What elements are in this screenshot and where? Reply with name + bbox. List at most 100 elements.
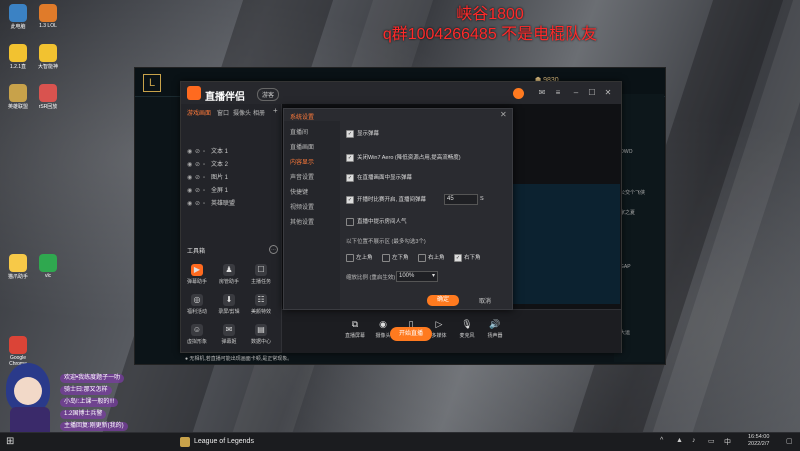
checkbox-unchecked-icon[interactable]	[418, 253, 426, 262]
desktop-app-icon	[9, 254, 27, 272]
user-badge[interactable]: 游客	[257, 88, 280, 101]
settings-nav-item[interactable]: 快捷键	[290, 187, 308, 196]
tab-window[interactable]: 窗口	[217, 108, 229, 117]
stream-overlay-text: 峡谷1800 q群1004266485 不是电棍队友	[380, 5, 600, 45]
minimize-icon[interactable]: –	[571, 88, 581, 98]
tool-item[interactable]: ✉ 弹幕姬	[217, 324, 241, 345]
toolbox-more-icon[interactable]: …	[269, 245, 278, 254]
mail-icon[interactable]: ✉	[537, 88, 547, 98]
lock-icon[interactable]: ⊘	[195, 148, 203, 155]
bottom-tool-label: 扬声器	[487, 333, 503, 339]
option-open-join[interactable]: ✓ 开播时比赛开启, 直播间弹幕	[346, 195, 426, 204]
option-show-in-preview[interactable]: ✓ 在直播画面中显示弹幕	[346, 173, 412, 182]
windows-start-icon[interactable]: ⊞	[6, 436, 18, 448]
option-show-popup[interactable]: ✓ 显示弹幕	[346, 129, 379, 138]
bottom-tool-button[interactable]: 🔊 扬声器	[480, 318, 510, 339]
tool-item[interactable]: ♟ 房管助手	[217, 264, 241, 285]
file-icon: ▫	[203, 175, 206, 181]
friend-list-item[interactable]: 家之夏	[620, 209, 635, 216]
checkbox-checked-icon[interactable]: ✓	[346, 173, 354, 182]
tool-label: 福利活动	[186, 309, 207, 315]
position-option[interactable]: 右上角	[418, 253, 445, 262]
eye-icon[interactable]: ◉	[187, 187, 195, 194]
eye-icon[interactable]: ◉	[187, 200, 195, 207]
tab-game-capture[interactable]: 游戏画面	[187, 108, 211, 117]
position-option[interactable]: ✓ 右下角	[454, 253, 481, 262]
checkbox-unchecked-icon[interactable]	[382, 253, 390, 262]
checkbox-checked-icon[interactable]: ✓	[346, 195, 354, 204]
taskbar-clock[interactable]: 16:54:00 2022/2/7	[748, 434, 769, 448]
checkbox-unchecked-icon[interactable]	[346, 217, 354, 226]
add-scene-icon[interactable]: +	[273, 106, 278, 115]
settings-nav-item[interactable]: 直播间	[290, 127, 308, 136]
maximize-icon[interactable]: ☐	[587, 88, 597, 98]
tool-label: 弹幕助手	[186, 279, 207, 285]
scene-item[interactable]: ◉ ⊘ ▫ 文本 1	[187, 146, 228, 155]
tool-item[interactable]: ☐ 主播任务	[249, 264, 273, 285]
taskbar-app-league[interactable]: League of Legends	[180, 435, 254, 449]
scene-item[interactable]: ◉ ⊘ ▫ 文本 2	[187, 159, 228, 168]
lock-icon[interactable]: ⊘	[195, 174, 203, 181]
lock-icon[interactable]: ⊘	[195, 187, 203, 194]
cancel-button[interactable]: 取消	[479, 296, 491, 305]
menu-icon[interactable]: ≡	[553, 88, 563, 98]
tray-ime-icon[interactable]: 中	[724, 437, 731, 447]
start-live-button[interactable]: 开始直播	[390, 327, 432, 341]
checkbox-checked-icon[interactable]: ✓	[454, 253, 462, 262]
settings-nav-item[interactable]: 内容显示	[290, 157, 314, 166]
desktop-icon[interactable]: 大智能神	[34, 44, 62, 70]
friend-list-item[interactable]: 公交个飞侠	[620, 189, 645, 196]
settings-nav-item[interactable]: 视频设置	[290, 202, 314, 211]
checkbox-checked-icon[interactable]: ✓	[346, 129, 354, 138]
tray-volume-icon[interactable]: ♪	[692, 437, 696, 444]
tray-battery-icon[interactable]: ▭	[708, 437, 715, 445]
tool-item[interactable]: ⬇ 录屏/剪辑	[217, 294, 241, 315]
desktop-icon[interactable]: 1.3 LOL	[34, 4, 62, 29]
overlay-line-1: 峡谷1800	[456, 6, 524, 23]
eye-icon[interactable]: ◉	[187, 174, 195, 181]
desktop-icon[interactable]: 此电脑	[4, 4, 32, 30]
eye-icon[interactable]: ◉	[187, 148, 195, 155]
tray-arrow-icon[interactable]: ^	[660, 437, 663, 444]
option-live-prompt[interactable]: 直播中提示房间人气	[346, 217, 407, 226]
tool-icon: ✉	[223, 324, 235, 336]
tool-item[interactable]: ▤ 数据中心	[249, 324, 273, 345]
lock-icon[interactable]: ⊘	[195, 200, 203, 207]
scene-item[interactable]: ◉ ⊘ ▫ 图片 1	[187, 172, 228, 181]
eye-icon[interactable]: ◉	[187, 161, 195, 168]
desktop-icon[interactable]: 1.2.1直	[4, 44, 32, 70]
tab-album[interactable]: 相册	[253, 108, 265, 117]
avatar[interactable]	[513, 88, 524, 99]
duration-input[interactable]: 45	[444, 194, 478, 205]
position-option[interactable]: 左上角	[346, 253, 373, 262]
settings-nav-item[interactable]: 声音设置	[290, 172, 314, 181]
scene-item[interactable]: ◉ ⊘ ▫ 英雄联盟	[187, 198, 235, 207]
desktop-icon[interactable]: vlc	[34, 254, 62, 279]
tool-item[interactable]: ☷ 美颜特效	[249, 294, 273, 315]
scene-item[interactable]: ◉ ⊘ ▫ 全屏 1	[187, 185, 228, 194]
option-close-win7-aero[interactable]: ✓ 关闭Win7 Aero (降低资源占用,提高流畅度)	[346, 153, 461, 162]
dialog-close-icon[interactable]: ✕	[500, 110, 507, 119]
position-option[interactable]: 左下角	[382, 253, 409, 262]
settings-nav-item[interactable]: 直播画面	[290, 142, 314, 151]
bottom-tool-button[interactable]: 🎙 麦克风	[452, 318, 482, 339]
lock-icon[interactable]: ⊘	[195, 161, 203, 168]
checkbox-checked-icon[interactable]: ✓	[346, 153, 354, 162]
scene-label: 文本 2	[211, 162, 229, 168]
bottom-tool-button[interactable]: ⧉ 直播屏幕	[340, 318, 370, 339]
settings-nav-item[interactable]: 其他设置	[290, 217, 314, 226]
notification-icon[interactable]: ▢	[786, 437, 793, 445]
tool-item[interactable]: ▶ 弹幕助手	[185, 264, 209, 285]
desktop-icon[interactable]: 猫爪助手	[4, 254, 32, 280]
close-icon[interactable]: ✕	[603, 88, 613, 98]
checkbox-unchecked-icon[interactable]	[346, 253, 354, 262]
tab-camera[interactable]: 摄像头	[233, 108, 251, 117]
tool-item[interactable]: ☺ 虚拟形象	[185, 324, 209, 345]
zoom-select[interactable]: 100% ▾	[396, 271, 438, 282]
desktop-icon[interactable]: 英雄联盟	[4, 84, 32, 110]
tool-icon: ▤	[255, 324, 267, 336]
tray-network-icon[interactable]: ▲	[676, 437, 683, 444]
confirm-button[interactable]: 确定	[427, 295, 459, 306]
tool-item[interactable]: ◎ 福利活动	[185, 294, 209, 315]
desktop-icon[interactable]: rSR回放	[34, 84, 62, 110]
